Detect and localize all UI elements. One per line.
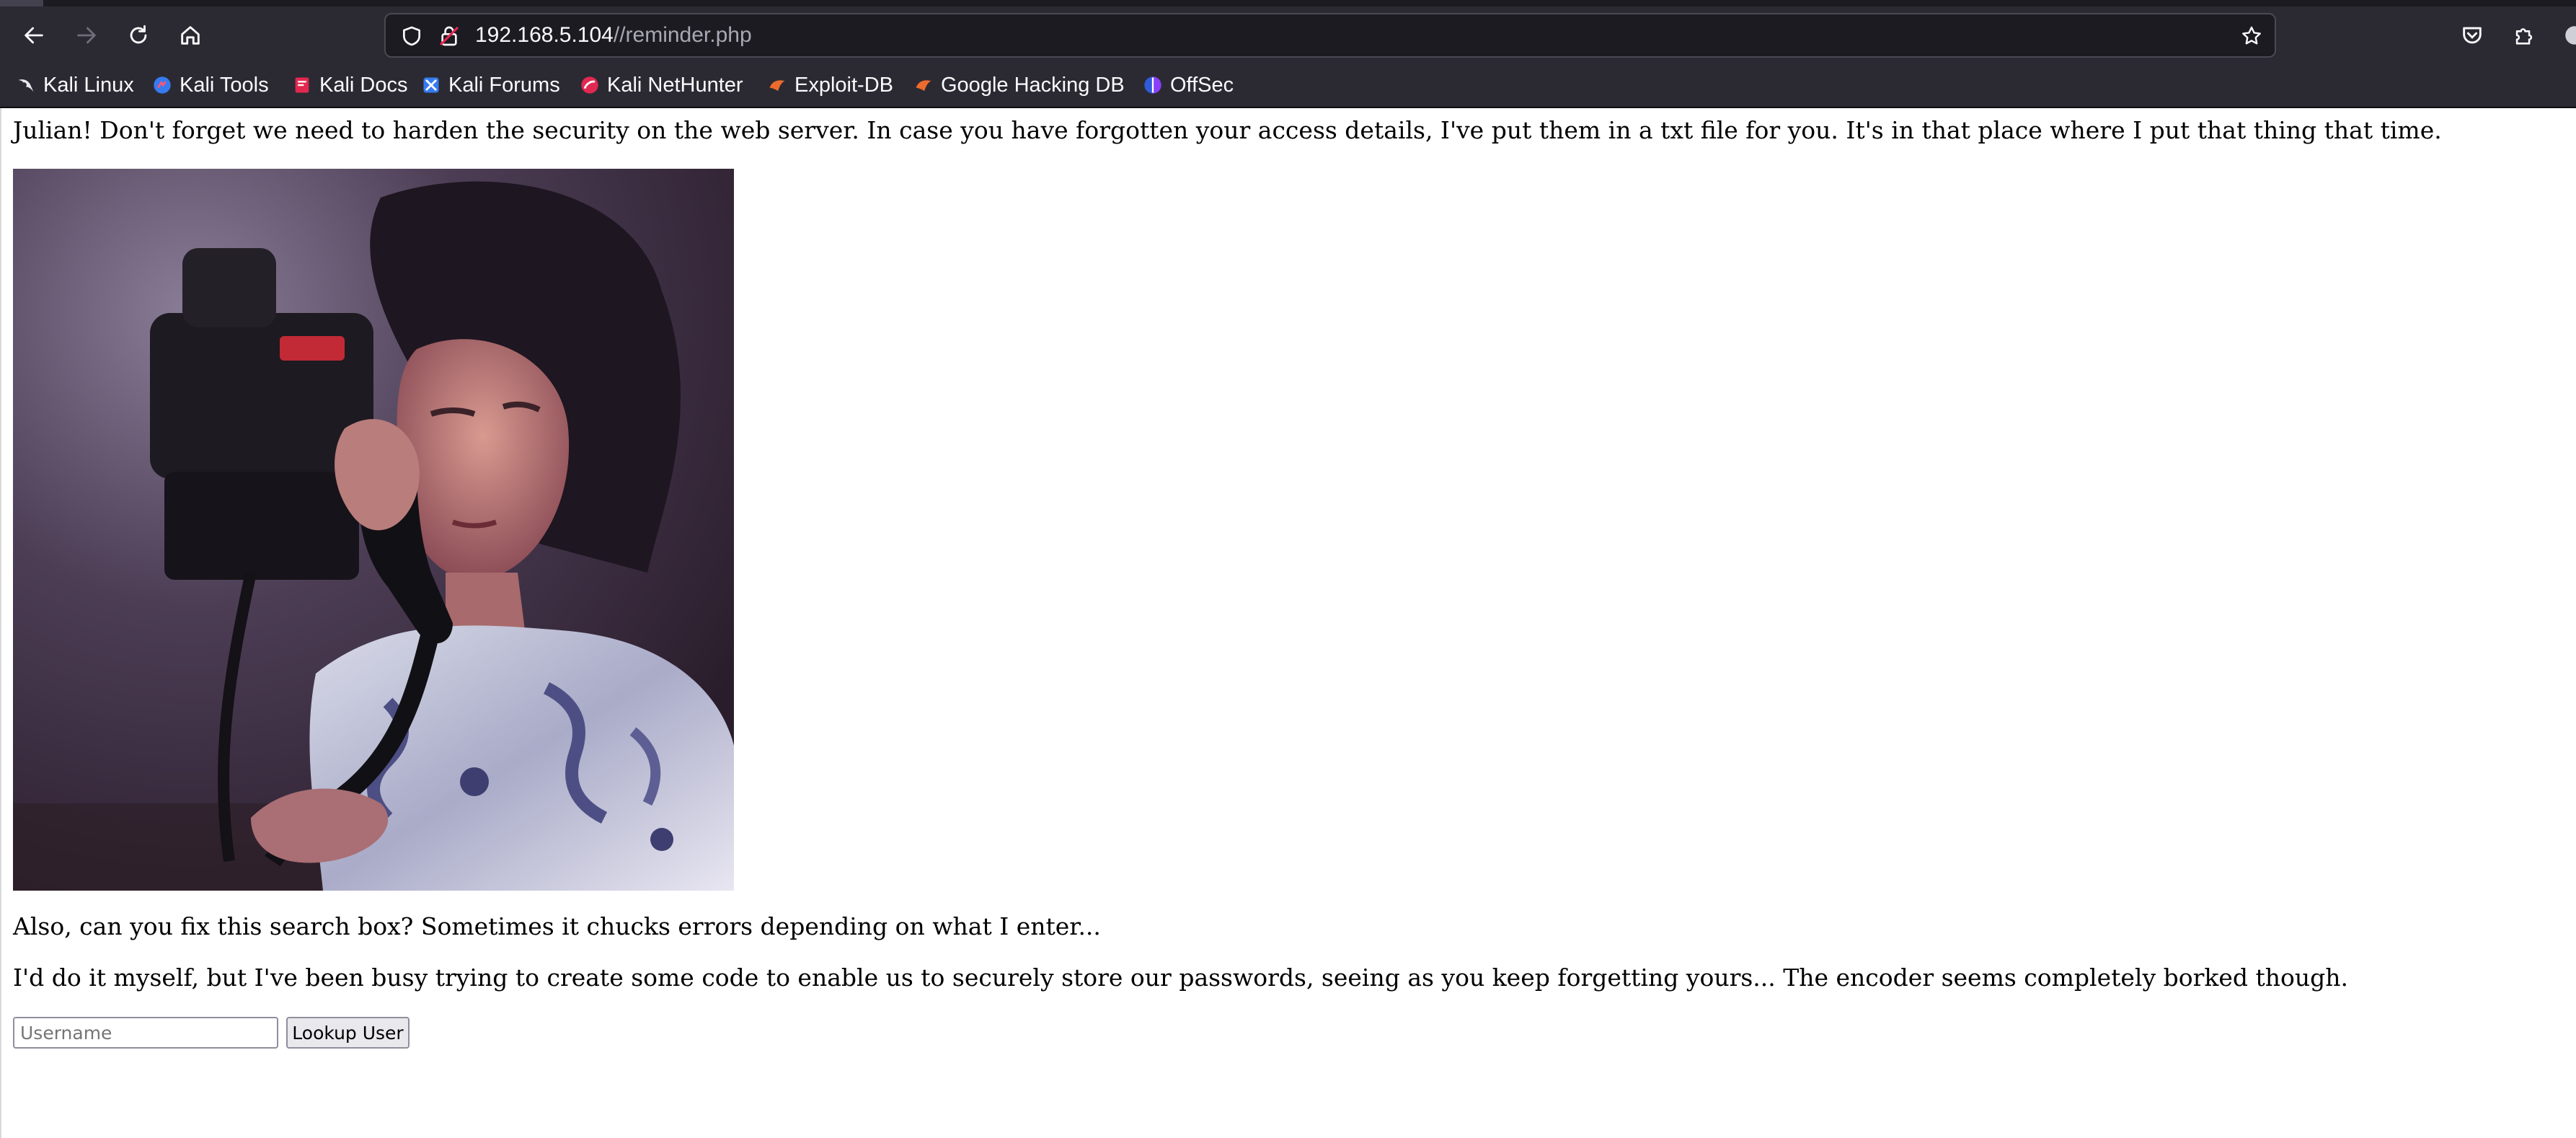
home-icon xyxy=(181,26,200,45)
bookmark-label: Kali Tools xyxy=(180,73,269,97)
kali-docs-icon xyxy=(292,75,312,95)
bookmark-label: Kali NetHunter xyxy=(607,73,743,97)
url-path: //reminder.php xyxy=(613,23,752,47)
page-viewport: Julian! Don't forget we need to harden t… xyxy=(0,108,2576,1138)
puzzle-piece-icon xyxy=(2515,28,2533,45)
search-box-message: Also, can you fix this search box? Somet… xyxy=(13,912,1101,940)
active-tab-indicator[interactable] xyxy=(0,0,43,6)
bookmark-label: OffSec xyxy=(1170,73,1234,97)
forward-button[interactable] xyxy=(67,16,106,55)
exploit-db-icon xyxy=(767,75,787,95)
bookmark-kali-nethunter[interactable]: Kali NetHunter xyxy=(580,67,743,103)
kali-forums-icon xyxy=(421,75,441,95)
bookmark-offsec[interactable]: OffSec xyxy=(1143,67,1234,103)
pocket-icon xyxy=(2463,27,2482,44)
kali-tools-icon xyxy=(152,75,172,95)
navigation-toolbar: 192.168.5.104//reminder.php xyxy=(0,6,2576,64)
ghdb-icon xyxy=(913,75,934,95)
username-input[interactable] xyxy=(13,1017,278,1049)
bookmark-kali-tools[interactable]: Kali Tools xyxy=(152,67,269,103)
lookup-user-button[interactable]: Lookup User xyxy=(286,1017,410,1049)
url-host: 192.168.5.104 xyxy=(475,23,614,47)
bookmarks-toolbar: Kali Linux Kali Tools Kali Docs Kali For… xyxy=(0,64,2576,106)
home-button[interactable] xyxy=(171,16,210,55)
hacker-on-phone-photo xyxy=(13,169,734,891)
kali-dragon-icon xyxy=(16,75,36,95)
offsec-icon xyxy=(1143,75,1163,95)
bookmark-kali-forums[interactable]: Kali Forums xyxy=(421,67,560,103)
insecure-lock-icon[interactable] xyxy=(436,23,462,49)
back-button[interactable] xyxy=(14,16,53,55)
pocket-button[interactable] xyxy=(2453,16,2492,55)
nethunter-icon xyxy=(580,75,600,95)
bookmark-kali-docs[interactable]: Kali Docs xyxy=(292,67,408,103)
arrow-right-icon xyxy=(77,27,96,44)
bookmark-label: Exploit-DB xyxy=(795,73,893,97)
bookmark-kali-linux[interactable]: Kali Linux xyxy=(16,67,134,103)
account-button[interactable] xyxy=(2555,16,2576,55)
shield-icon[interactable] xyxy=(399,23,425,49)
tab-strip xyxy=(0,0,2576,6)
browser-chrome: 192.168.5.104//reminder.php Kali Linux K… xyxy=(0,0,2576,108)
bookmark-google-hacking-db[interactable]: Google Hacking DB xyxy=(913,67,1125,103)
bookmark-label: Kali Linux xyxy=(43,73,134,97)
bookmark-star-icon[interactable] xyxy=(2239,23,2265,49)
encoder-message: I'd do it myself, but I've been busy try… xyxy=(13,963,2349,992)
url-text[interactable]: 192.168.5.104//reminder.php xyxy=(475,14,752,56)
reload-icon xyxy=(130,25,147,44)
arrow-left-icon xyxy=(25,27,43,44)
bookmark-label: Kali Docs xyxy=(319,73,408,97)
account-avatar-icon xyxy=(2565,26,2576,45)
bookmark-label: Kali Forums xyxy=(448,73,560,97)
extensions-button[interactable] xyxy=(2505,16,2544,55)
reminder-message: Julian! Don't forget we need to harden t… xyxy=(13,116,2442,144)
bookmark-exploit-db[interactable]: Exploit-DB xyxy=(767,67,893,103)
address-bar[interactable]: 192.168.5.104//reminder.php xyxy=(384,13,2276,58)
reload-button[interactable] xyxy=(119,16,158,55)
bookmark-label: Google Hacking DB xyxy=(941,73,1125,97)
